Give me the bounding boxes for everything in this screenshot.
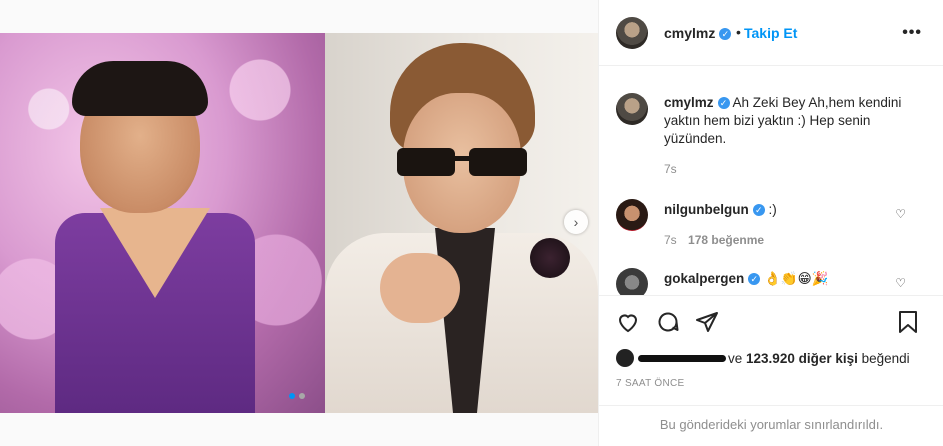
comments-limited-notice: Bu gönderideki yorumlar sınırlandırıldı.: [599, 405, 943, 446]
redacted-username: [638, 354, 726, 362]
post-header: cmylmz ✓ • Takip Et •••: [599, 0, 943, 66]
likes-count[interactable]: 123.920 diğer kişi: [746, 351, 858, 366]
likes-suffix: beğendi: [861, 350, 910, 366]
photo-left-half: [0, 33, 325, 413]
lapel-rose: [530, 238, 570, 278]
avatar[interactable]: [616, 93, 648, 125]
comment-likes[interactable]: 178 beğenme: [688, 233, 764, 247]
comment-like-heart-icon[interactable]: ♡: [895, 276, 906, 290]
comment-username[interactable]: gokalpergen: [664, 271, 744, 286]
caption-time[interactable]: 7s: [664, 162, 677, 176]
post-timestamp[interactable]: 7 SAAT ÖNCE: [616, 378, 685, 389]
likes-prefix: ve: [728, 350, 743, 366]
carousel-dots: [289, 393, 305, 399]
post-image[interactable]: [0, 33, 598, 413]
comment-time[interactable]: 7s: [664, 233, 677, 247]
carousel-dot-active: [289, 393, 295, 399]
photo-right-half: [325, 33, 598, 413]
verified-icon: ✓: [717, 97, 730, 110]
comment-icon[interactable]: [656, 310, 680, 334]
carousel-dot: [299, 393, 305, 399]
left-hair: [72, 61, 208, 116]
caption-username[interactable]: cmylmz: [664, 95, 714, 110]
comment-body: nilgunbelgun ✓ :): [664, 202, 777, 217]
comment-avatar[interactable]: [616, 199, 648, 231]
comment-username[interactable]: nilgunbelgun: [664, 202, 749, 217]
post-actions: ve 123.920 diğer kişi beğendi 7 SAAT ÖNC…: [599, 295, 943, 405]
comment-body: gokalpergen ✓ 👌👏😁🎉: [664, 271, 829, 287]
likes-summary: ve 123.920 diğer kişi beğendi: [616, 349, 910, 367]
bookmark-icon[interactable]: [896, 310, 920, 334]
share-icon[interactable]: [695, 310, 719, 334]
verified-icon: ✓: [748, 273, 761, 286]
caption-avatar-wrap: [616, 93, 648, 125]
hand: [380, 253, 460, 323]
header-username[interactable]: cmylmz ✓: [664, 25, 732, 41]
comment-text: :): [768, 202, 777, 217]
comment-meta: 7s 178 beğenme: [664, 233, 764, 247]
caption: cmylmz ✓ Ah Zeki Bey Ah,hem kendini yaktı…: [664, 94, 904, 148]
comments-list[interactable]: cmylmz ✓ Ah Zeki Bey Ah,hem kendini yaktı…: [599, 66, 943, 295]
verified-icon: ✓: [719, 28, 732, 41]
comment-text: 👌👏😁🎉: [764, 271, 829, 286]
follow-button[interactable]: Takip Et: [744, 25, 797, 41]
media-area: ›: [0, 0, 598, 446]
sunglasses: [397, 148, 527, 176]
heart-icon[interactable]: [616, 310, 640, 334]
comment-like-heart-icon[interactable]: ♡: [895, 207, 906, 221]
verified-icon: ✓: [752, 204, 765, 217]
next-slide-button[interactable]: ›: [564, 210, 588, 234]
avatar[interactable]: [616, 349, 634, 367]
lens-right: [469, 148, 527, 176]
header-separator: •: [736, 24, 741, 40]
avatar[interactable]: [616, 17, 648, 49]
lens-left: [397, 148, 455, 176]
more-options-icon[interactable]: •••: [902, 24, 922, 42]
chevron-right-icon: ›: [573, 214, 579, 230]
comment-avatar[interactable]: [616, 268, 648, 295]
post-side-panel: cmylmz ✓ • Takip Et ••• cmylmz ✓ Ah Zeki B…: [598, 0, 943, 446]
